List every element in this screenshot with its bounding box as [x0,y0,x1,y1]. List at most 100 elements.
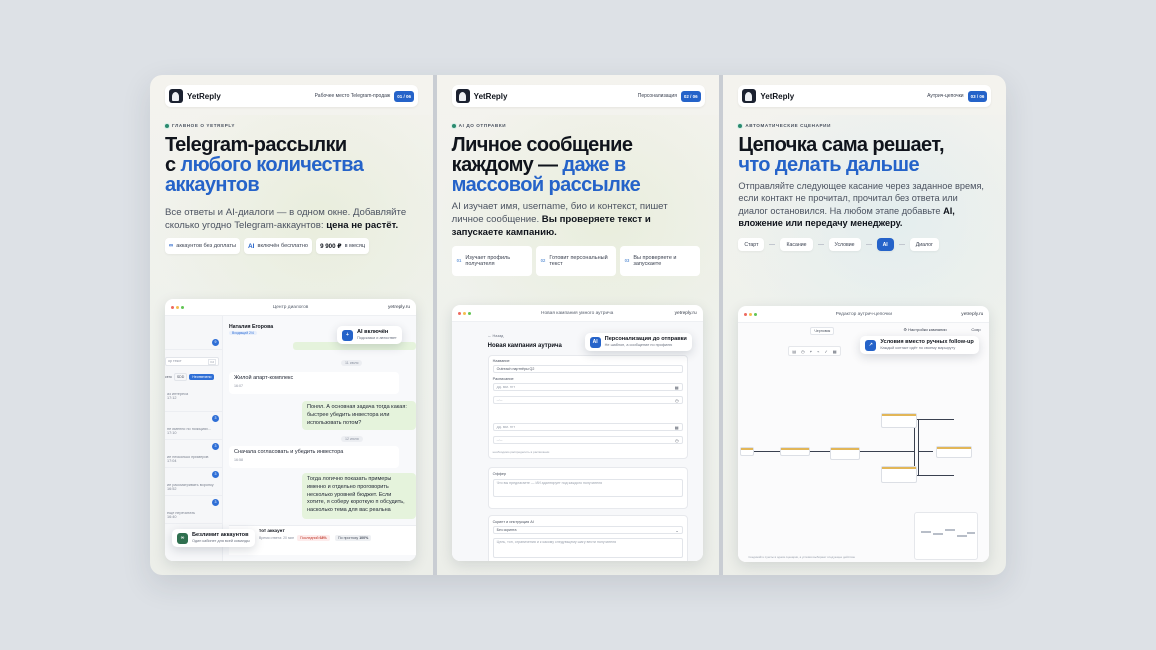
flow-node-dialog[interactable] [936,446,973,458]
start-time-input[interactable]: --:-- ◷ [492,396,683,404]
unread-badge: 3 [212,471,219,478]
step-text: Готовит персональный текст [549,254,608,268]
unread-badge: 3 [212,443,219,450]
step-text: Изучает профиль получателя [465,254,511,268]
infinity-icon: ∞ [177,532,188,544]
clock-icon: ◷ [675,438,679,443]
brand-name: YetReply [760,91,795,101]
form-card-offer: Оффер Что вы предлагаете — ИИ адаптирует… [487,467,688,509]
score-forecast: По прогнозу 100% [335,535,372,541]
clock-icon: ◷ [675,398,679,403]
flow-edge [918,419,919,475]
top-bar: YetReply Аутрич-цепочки 03 / 06 [738,85,992,107]
tab-sdd[interactable]: SDD [173,372,188,381]
callout-title: Персонализация до отправки [604,336,687,342]
callout-title: Условия вместо ручных follow-up [880,339,974,345]
script-select[interactable]: Без скрипта ⌄ [492,526,683,534]
flow-edge [918,451,934,452]
flow-node-branch-yes[interactable] [881,413,918,428]
step-card: 03 Вы проверяете и запускаете [619,246,700,276]
flow-node-touch[interactable] [780,447,811,456]
minimap-node [967,532,976,534]
timer-icon[interactable]: ◷ [801,349,805,354]
flow-canvas[interactable]: Черновик ⚙ Настройки кампании Сохр ▤ ◷ ⑂ ⌁ ✓… [738,323,990,562]
flow-node-start[interactable] [740,447,755,456]
eyebrow-dot-icon [165,123,169,128]
message-icon[interactable]: ▤ [792,349,796,354]
yetreply-logo-icon [455,89,470,103]
slide-1: YetReply Рабочее место Telegram-продаж 0… [150,75,433,575]
minimap-node [921,531,932,533]
unread-badge: 3 [212,415,219,422]
form-title: Новая кампания аутрича [487,343,562,349]
minimap[interactable] [914,512,979,560]
list-item[interactable]: 3 не именно по позициях... 17:10 [165,414,223,440]
chip-text: включён бесплатно [257,243,309,249]
step-number: 02 [540,257,546,263]
headline-line-2a: каждому — [451,154,563,176]
feature-chips: ∞ аккаунтов без доплаты AI включён бесплат… [165,238,370,254]
campaign-settings-button[interactable]: ⚙ Настройки кампании [903,327,946,332]
start-date-input[interactable]: дд. мм. гггг ▦ [492,383,683,391]
headline-highlight: даже в [562,154,626,176]
carousel-frame: YetReply Рабочее место Telegram-продаж 0… [150,75,1006,575]
route-node-ai: AI [876,238,894,251]
chip-accounts: ∞ аккаунтов без доплаты [165,238,240,254]
window-title: Центр диалогов [272,304,309,310]
draft-tab[interactable]: Черновик [810,327,835,335]
filter-tabs: сего SDD Неотвечено [165,372,223,381]
campaign-name-input[interactable]: Outreach партнёры Q2 [492,365,683,373]
flow-node-condition[interactable] [830,447,861,460]
back-link[interactable]: ← Назад [488,334,504,338]
schedule-hint: необходимо распределить в расписании [492,450,550,454]
message-in: Жилой апарт-комплекс 16:07 [229,372,399,394]
chip-text: аккаунтов без доплаты [176,243,236,249]
chip-price: 9 900 ₽ в месяц [316,238,370,254]
list-item[interactable]: 3 еще перечитать 16:40 [165,498,223,524]
save-button[interactable]: Сохр [971,327,980,332]
calendar-icon: ▦ [674,425,679,430]
message-text: Жилой апарт-комплекс [234,375,294,381]
search-text: ор текст [168,359,182,363]
callout-subtitle: Подсказки и автоответ [357,336,397,340]
end-time-input[interactable]: --:-- ◷ [492,436,683,444]
subtitle: Все ответы и AI-диалоги — в одном окне. … [165,206,415,232]
list-item[interactable]: 9 [165,336,223,350]
unlimited-accounts-callout: ∞ Безлимит аккаунтов Один кабинет для все… [172,529,255,547]
list-item[interactable]: 3 ие несколько примеров 17:04 [165,442,223,468]
preview-time: 17:04 [167,459,177,463]
price-value: 9 900 ₽ [320,242,342,250]
date-placeholder: дд. мм. гггг [496,385,516,389]
list-item[interactable]: аз интереса 17:12 [165,388,223,412]
arrow-up-right-icon: ↗ [865,339,877,351]
eyebrow-dot-icon [451,123,456,128]
tab-all[interactable]: сего [165,375,172,379]
unread-badge: 3 [212,499,219,506]
date-divider: 11 июля [341,360,363,366]
grid-icon[interactable]: ▦ [833,349,837,354]
callout-title: AI включён [357,329,389,335]
end-date-input[interactable]: дд. мм. гггг ▦ [492,423,683,431]
branch-icon[interactable]: ⑂ [810,349,812,354]
flow-node-branch-no[interactable] [881,466,918,483]
offer-textarea[interactable]: Что вы предлагаете — ИИ адаптирует под к… [492,479,683,497]
yetreply-logo-icon [742,89,757,103]
goal-textarea[interactable]: Цель, тон, ограничения и к какому следую… [492,538,683,558]
headline-line-3: массовой рассылке [451,174,641,196]
headline-line-1: Цепочка сама решает, [738,134,944,156]
callout-title: Безлимит аккаунтов [192,532,249,538]
route-connector [898,244,905,245]
eyebrow-text: АВТОМАТИЧЕСКИЕ СЦЕНАРИИ [745,123,831,128]
tab-unanswered[interactable]: Неотвечено [189,373,215,380]
headline: Цепочка сама решает, что делать дальше [738,135,1000,175]
contact-tag: Входящий 2/4 [229,331,257,335]
check-icon[interactable]: ✓ [824,349,827,354]
subtitle: AI изучает имя, username, био и контекст… [452,200,702,239]
time-placeholder: --:-- [496,438,503,442]
eyebrow: АВТОМАТИЧЕСКИЕ СЦЕНАРИИ [738,123,831,128]
search-input[interactable]: ор текст F2 [165,357,219,366]
link-icon[interactable]: ⌁ [817,349,819,354]
settings-label: Настройки кампании [908,327,947,332]
list-item[interactable]: 3 ие рассматривать воронку 16:52 [165,470,223,496]
canvas-footer-hint: Соединяйте пункты в одном сценарии, а ус… [748,555,856,559]
